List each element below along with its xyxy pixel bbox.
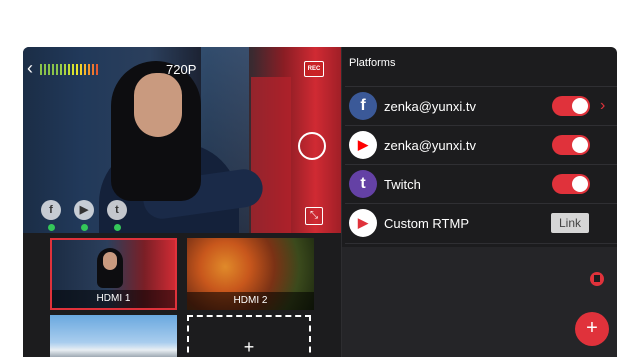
add-icon: + (243, 337, 255, 357)
level-bar (80, 64, 82, 75)
source-tile-hdmi2[interactable]: HDMI 2 (187, 238, 314, 310)
facebook-icon: f (41, 200, 61, 231)
platform-name: Custom RTMP (384, 216, 469, 231)
platform-row-facebook[interactable]: f zenka@yunxi.tv › (345, 86, 617, 126)
level-bar (48, 64, 50, 75)
chevron-right-icon[interactable]: › (600, 97, 605, 115)
level-bar (68, 64, 70, 75)
twitch-toggle[interactable] (552, 174, 590, 194)
add-source-button[interactable]: + (187, 315, 311, 357)
platform-row-twitch[interactable]: t Twitch (345, 164, 617, 204)
person-face (134, 73, 182, 137)
level-bar (92, 64, 94, 75)
platform-row-custom-rtmp[interactable]: ▶ Custom RTMP Link (345, 203, 617, 244)
platforms-title: Platforms (349, 57, 396, 69)
level-bar (76, 64, 78, 75)
link-button[interactable]: Link (551, 213, 589, 233)
twitch-icon: t (349, 170, 377, 198)
source-tile-hdmi1[interactable]: HDMI 1 (50, 238, 177, 310)
facebook-toggle[interactable] (552, 96, 590, 116)
platform-account: zenka@yunxi.tv (384, 99, 476, 114)
bookmark-icon[interactable] (590, 272, 604, 286)
facebook-icon: f (349, 92, 377, 120)
status-dot (81, 224, 88, 231)
resolution-label: 720P (166, 62, 197, 77)
rtmp-icon: ▶ (349, 209, 377, 237)
record-button[interactable]: REC (304, 61, 324, 77)
level-bar (96, 64, 98, 75)
audio-level-meter (40, 64, 98, 75)
level-bar (88, 64, 90, 75)
source-label: HDMI 2 (187, 292, 314, 310)
thumbnail-face (103, 252, 117, 270)
source-label: HDMI 1 (52, 290, 175, 308)
level-bar (84, 64, 86, 75)
twitch-icon: t (107, 200, 127, 231)
platform-name: Twitch (384, 177, 421, 192)
level-bar (52, 64, 54, 75)
youtube-icon: ▶ (74, 200, 94, 231)
level-bar (40, 64, 42, 75)
background-panel (251, 77, 291, 233)
add-platform-button[interactable]: + (575, 312, 609, 346)
streaming-app-window: ‹ 720P REC ⤡ f ▶ t HDMI 1 HDMI 2 + Platf… (23, 47, 617, 357)
level-bar (72, 64, 74, 75)
level-bar (56, 64, 58, 75)
status-dot (48, 224, 55, 231)
youtube-toggle[interactable] (552, 135, 590, 155)
youtube-icon: ▶ (349, 131, 377, 159)
level-bar (64, 64, 66, 75)
status-dot (114, 224, 121, 231)
platform-account: zenka@yunxi.tv (384, 138, 476, 153)
platform-row-youtube[interactable]: ▶ zenka@yunxi.tv (345, 125, 617, 165)
level-bar (60, 64, 62, 75)
fullscreen-icon[interactable]: ⤡ (305, 207, 323, 225)
capture-button[interactable] (298, 132, 326, 160)
platform-panel-footer (342, 247, 617, 357)
source-tile-mountain[interactable] (50, 315, 177, 357)
platform-badges: f ▶ t (41, 200, 127, 231)
camera-preview[interactable]: ‹ 720P REC ⤡ f ▶ t (23, 47, 341, 233)
level-bar (44, 64, 46, 75)
